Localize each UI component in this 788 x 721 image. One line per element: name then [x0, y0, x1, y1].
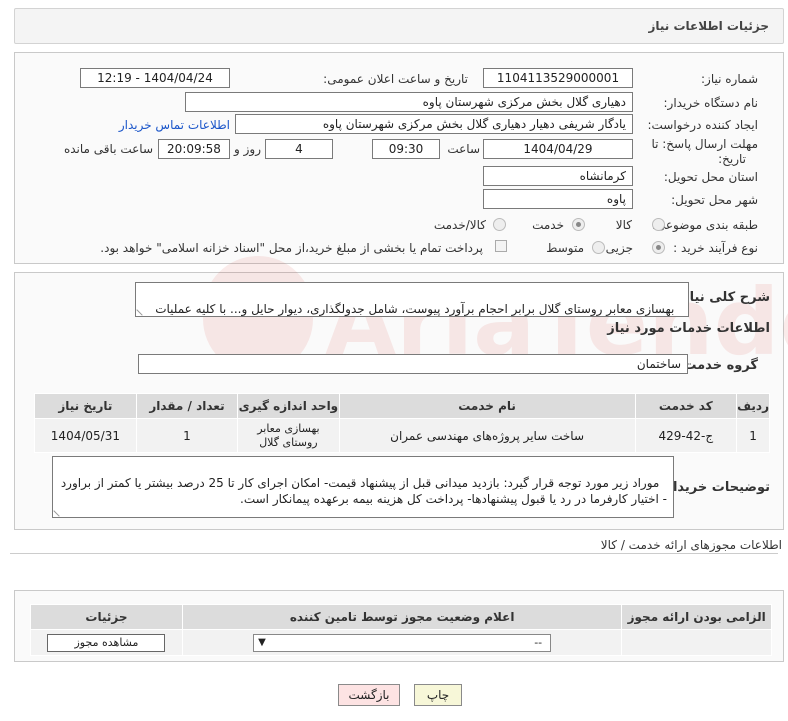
buyer-notes-textarea[interactable]: موراد زیر مورد توجه قرار گیرد: بازدید می… — [52, 456, 674, 518]
table-row: ▼ -- مشاهده مجوز — [30, 629, 772, 656]
treasury-payment-note: پرداخت تمام یا بخشی از مبلغ خرید،از محل … — [100, 241, 483, 255]
col-permit-status: اعلام وضعیت مجوز توسط تامین کننده — [181, 604, 623, 630]
permit-status-value: -- — [534, 635, 543, 649]
category-option-goods-service: کالا/خدمت — [433, 218, 486, 232]
creator-field: یادگار شریفی دهیار دهیاری گلال بخش مرکزی… — [235, 114, 633, 134]
deadline-date-field: 1404/04/29 — [483, 139, 633, 159]
page-title: جزئیات اطلاعات نیاز — [648, 19, 769, 33]
buyer-contact-link[interactable]: اطلاعات تماس خریدار — [119, 118, 230, 132]
province-field: کرمانشاه — [483, 166, 633, 186]
process-option-medium: متوسط — [546, 241, 584, 255]
buyer-notes-text: موراد زیر مورد توجه قرار گیرد: بازدید می… — [56, 476, 667, 506]
days-label: روز و — [234, 142, 261, 156]
category-option-service: خدمت — [532, 218, 564, 232]
buyer-notes-label: توضیحات خریدار: — [660, 480, 770, 495]
cell-row: 1 — [736, 418, 770, 453]
col-service-name: نام خدمت — [338, 393, 636, 419]
back-button[interactable]: بازگشت — [338, 684, 400, 706]
cell-permit-details: مشاهده مجوز — [30, 629, 183, 656]
category-option-goods: کالا — [615, 218, 632, 232]
need-number-label: شماره نیاز: — [701, 72, 758, 86]
deadline-time-field: 09:30 — [372, 139, 440, 159]
col-row: ردیف — [736, 393, 770, 419]
province-label: استان محل تحویل: — [663, 170, 758, 184]
resize-grip-icon[interactable] — [53, 505, 65, 517]
permits-table: الزامی بودن ارائه مجوز اعلام وضعیت مجوز … — [30, 604, 772, 656]
resize-grip-icon[interactable] — [136, 304, 148, 316]
city-label: شهر محل تحویل: — [671, 193, 758, 207]
category-radio-goods-service[interactable] — [493, 218, 506, 231]
category-radio-goods[interactable] — [652, 218, 665, 231]
cell-unit: بهسازی معابر روستای گلال — [237, 418, 340, 453]
announce-label: تاریخ و ساعت اعلان عمومی: — [323, 72, 468, 86]
process-radio-medium[interactable] — [592, 241, 605, 254]
process-option-minor: جزیی — [605, 241, 633, 255]
cell-service-code: ج-42-429 — [634, 418, 738, 453]
need-number-field: 1104113529000001 — [483, 68, 633, 88]
services-table: ردیف کد خدمت نام خدمت واحد اندازه گیری ت… — [34, 393, 770, 453]
deadline-label: مهلت ارسال پاسخ: تا — [651, 137, 758, 151]
cell-need-date: 1404/05/31 — [34, 418, 137, 453]
remaining-time-label: ساعت باقی مانده — [63, 142, 153, 156]
remaining-days-field: 4 — [265, 139, 333, 159]
cell-permit-status: ▼ -- — [181, 629, 623, 656]
deadline-time-label: ساعت — [447, 142, 480, 156]
process-label: نوع فرآیند خرید : — [673, 241, 758, 255]
service-group-label: گروه خدمت: — [678, 358, 758, 373]
permits-title: اطلاعات مجوزهای ارائه خدمت / کالا — [600, 538, 782, 552]
deadline-label-date: تاریخ: — [718, 152, 746, 166]
category-label: طبقه بندی موضوعی: — [651, 218, 758, 232]
summary-text: بهسازی معابر روستای گلال برابر احجام برآ… — [155, 302, 675, 316]
summary-textarea[interactable]: بهسازی معابر روستای گلال برابر احجام برآ… — [135, 282, 689, 317]
col-unit: واحد اندازه گیری — [237, 393, 340, 419]
announce-datetime-field: 1404/04/24 - 12:19 — [80, 68, 230, 88]
col-quantity: تعداد / مقدار — [135, 393, 239, 419]
buyer-org-label: نام دستگاه خریدار: — [663, 96, 759, 110]
services-section-title: اطلاعات خدمات مورد نیاز — [607, 321, 770, 336]
view-permit-button[interactable]: مشاهده مجوز — [47, 633, 166, 652]
cell-service-name: ساخت سایر پروژه‌های مهندسی عمران — [338, 418, 636, 453]
treasury-payment-checkbox[interactable] — [495, 240, 507, 252]
permit-status-select[interactable]: ▼ -- — [253, 633, 552, 652]
process-radio-minor[interactable] — [652, 241, 665, 254]
col-service-code: کد خدمت — [634, 393, 738, 419]
permits-divider — [10, 553, 778, 554]
dropdown-chevron-icon: ▼ — [258, 636, 266, 648]
remaining-time-field: 20:09:58 — [158, 139, 230, 159]
cell-quantity: 1 — [135, 418, 239, 453]
category-radio-service[interactable] — [572, 218, 585, 231]
table-row: 1 ج-42-429 ساخت سایر پروژه‌های مهندسی عم… — [34, 418, 770, 453]
service-group-field: ساختمان — [138, 354, 688, 374]
buyer-org-field: دهیاری گلال بخش مرکزی شهرستان پاوه — [185, 92, 633, 112]
creator-label: ایجاد کننده درخواست: — [647, 118, 758, 132]
summary-label: شرح کلی نیاز: — [676, 290, 770, 305]
city-field: پاوه — [483, 189, 633, 209]
page-header: جزئیات اطلاعات نیاز — [14, 8, 784, 44]
cell-permit-required — [621, 629, 772, 656]
print-button[interactable]: چاپ — [414, 684, 462, 706]
col-need-date: تاریخ نیاز — [34, 393, 137, 419]
col-permit-details: جزئیات — [30, 604, 183, 630]
col-permit-required: الزامی بودن ارائه مجوز — [621, 604, 772, 630]
